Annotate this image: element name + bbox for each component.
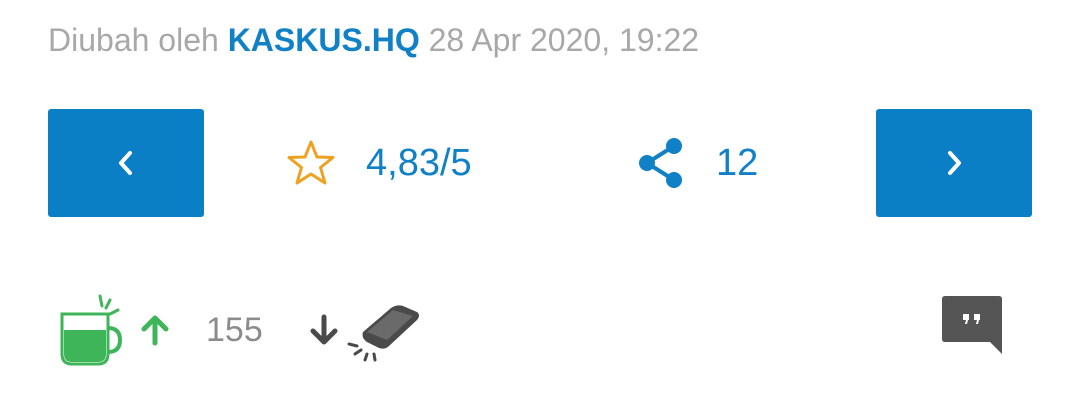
cendol-upvote-button[interactable] xyxy=(60,292,172,368)
vote-count: 155 xyxy=(206,310,263,349)
bata-downvote-button[interactable] xyxy=(307,298,425,362)
quote-button[interactable] xyxy=(942,296,1002,361)
share-count: 12 xyxy=(716,142,759,184)
brick-icon xyxy=(345,298,425,362)
prev-post-button[interactable] xyxy=(48,109,204,217)
edited-author-link[interactable]: KASKUS.HQ xyxy=(228,22,420,58)
edited-info: Diubah oleh KASKUS.HQ 28 Apr 2020, 19:22 xyxy=(48,18,699,62)
post-footer: Diubah oleh KASKUS.HQ 28 Apr 2020, 19:22… xyxy=(0,0,1080,418)
chevron-right-icon xyxy=(942,148,966,178)
edited-timestamp: 28 Apr 2020, 19:22 xyxy=(428,22,700,58)
next-post-button[interactable] xyxy=(876,109,1032,217)
quote-bubble-icon xyxy=(942,296,1002,356)
rating-value: 4,83/5 xyxy=(366,142,472,184)
star-outline-icon xyxy=(286,139,336,187)
rating-stat[interactable]: 4,83/5 xyxy=(286,136,472,190)
arrow-down-icon xyxy=(307,313,341,347)
share-stat[interactable]: 12 xyxy=(636,136,758,190)
vote-row: 155 xyxy=(60,292,425,368)
chevron-left-icon xyxy=(114,148,138,178)
edited-prefix: Diubah oleh xyxy=(48,22,219,58)
cendol-cup-icon xyxy=(60,292,132,368)
share-icon xyxy=(636,136,686,190)
arrow-up-icon xyxy=(138,313,172,347)
